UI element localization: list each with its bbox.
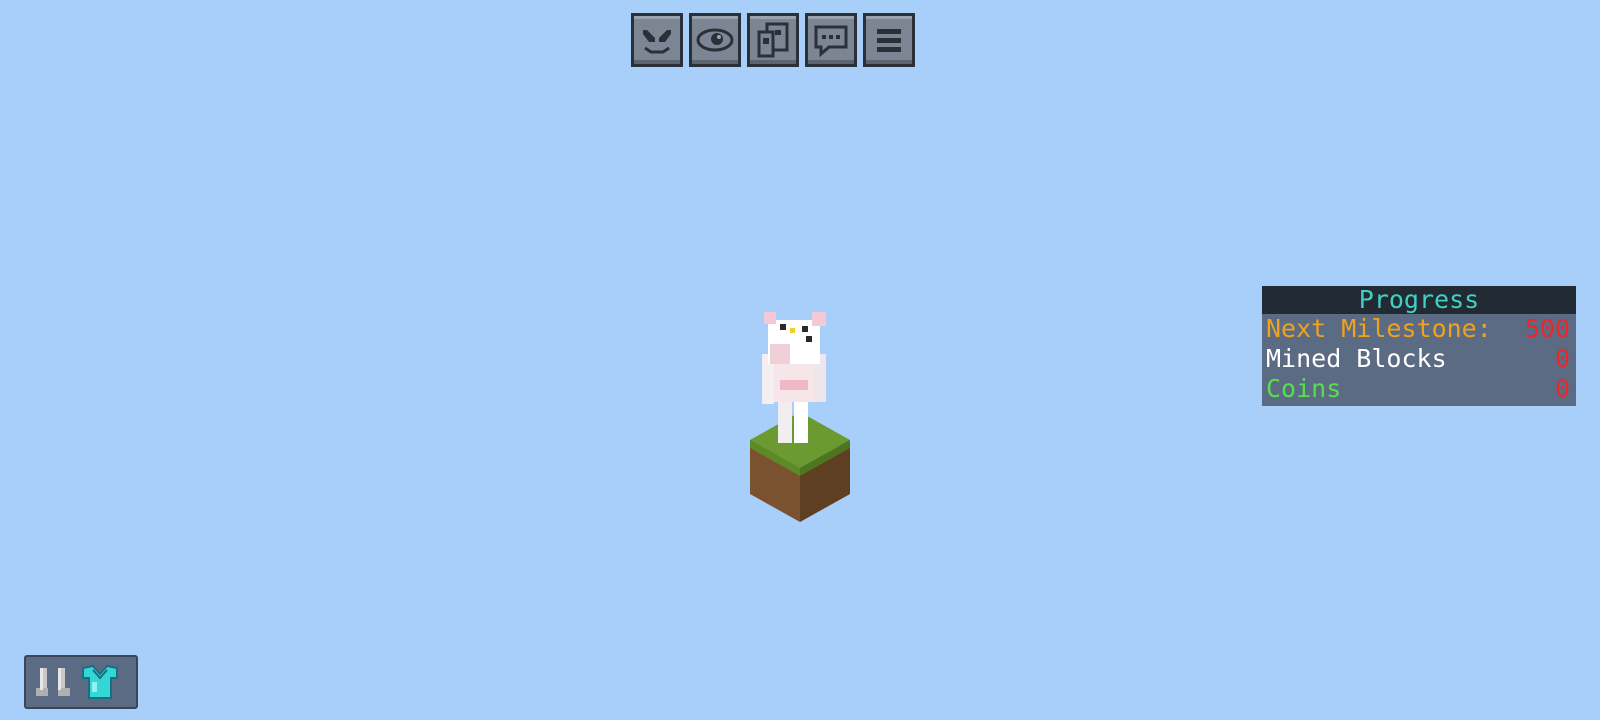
- emote-button[interactable]: [631, 13, 683, 67]
- scoreboard-row-mined-blocks: Mined Blocks 0: [1266, 344, 1570, 374]
- scoreboard-body: Next Milestone: 500 Mined Blocks 0 Coins…: [1262, 314, 1576, 406]
- profile-button[interactable]: [747, 13, 799, 67]
- progress-scoreboard: Progress Next Milestone: 500 Mined Block…: [1262, 286, 1576, 406]
- mined-blocks-label: Mined Blocks: [1266, 344, 1447, 373]
- player-on-grass-block[interactable]: [740, 300, 860, 525]
- menu-button[interactable]: [863, 13, 915, 67]
- scoreboard-row-next-milestone: Next Milestone: 500: [1266, 314, 1570, 344]
- chat-button[interactable]: [805, 13, 857, 67]
- coins-value: 0: [1554, 374, 1570, 403]
- next-milestone-label: Next Milestone:: [1266, 314, 1492, 343]
- equipment-hud: [24, 655, 138, 709]
- chat-bubble-icon: [814, 25, 848, 58]
- eye-icon: [696, 28, 734, 52]
- next-milestone-value: 500: [1524, 314, 1570, 343]
- mined-blocks-value: 0: [1554, 344, 1570, 373]
- emote-face-icon: [643, 30, 671, 54]
- top-toolbar: [631, 13, 915, 69]
- scoreboard-row-coins: Coins 0: [1266, 374, 1570, 404]
- game-viewport[interactable]: Progress Next Milestone: 500 Mined Block…: [0, 0, 1600, 720]
- hamburger-menu-icon: [877, 29, 901, 52]
- profile-card-icon: [757, 22, 789, 58]
- coins-label: Coins: [1266, 374, 1342, 403]
- iron-boots-icon: [36, 668, 70, 696]
- spectate-button[interactable]: [689, 13, 741, 67]
- scoreboard-title: Progress: [1262, 286, 1576, 314]
- diamond-chestplate-icon: [82, 664, 118, 699]
